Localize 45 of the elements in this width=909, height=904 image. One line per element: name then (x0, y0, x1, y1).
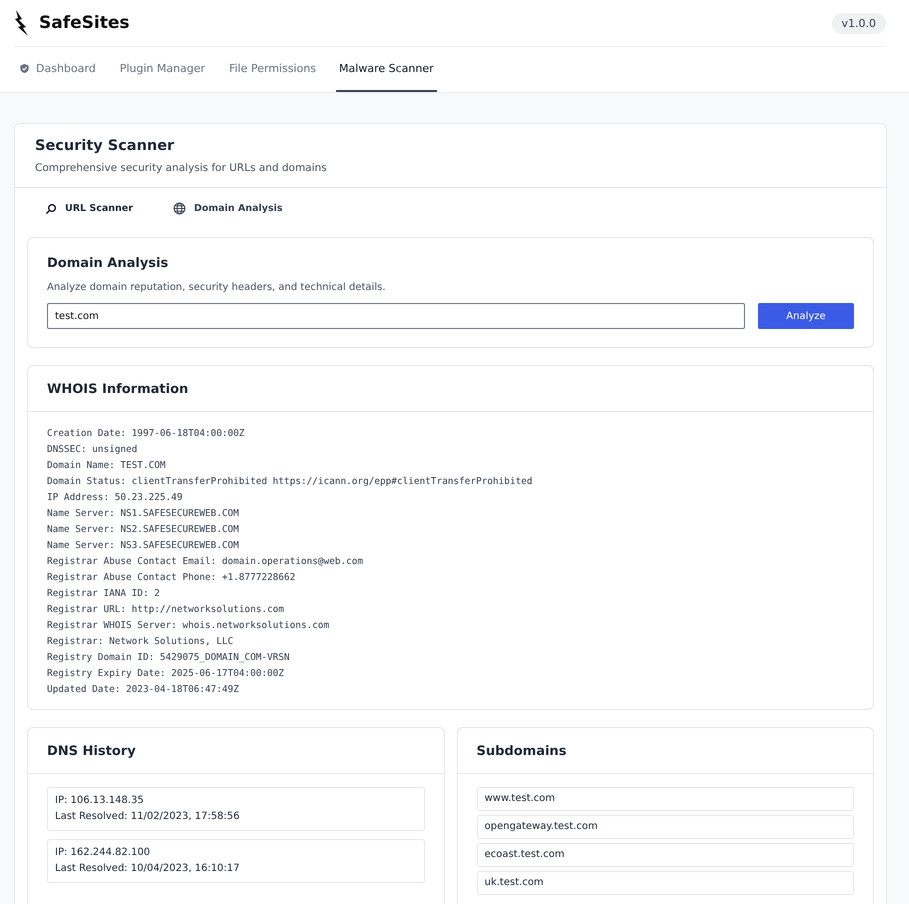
whois-line: Updated Date: 2023-04-18T06:47:49Z (47, 683, 240, 697)
globe-icon (172, 202, 186, 215)
record-time: Last Resolved: 10/04/2023, 16:10:17 (55, 862, 241, 876)
lightning-logo-icon (15, 10, 29, 36)
whois-line: Name Server: NS3.SAFESECUREWEB.COM (47, 539, 240, 553)
whois-line: Registry Domain ID: 5429075_DOMAIN_COM-VRSN (47, 651, 291, 665)
domain-input[interactable]: test.com (47, 303, 745, 329)
panel-title: Security Scanner (35, 138, 176, 154)
subdomain-item: www.test.com (476, 787, 854, 811)
nav-tab[interactable]: Dashboard (15, 47, 106, 92)
scanner-tab[interactable]: URL Scanner (45, 200, 133, 217)
record-ip: IP: 106.13.148.35 (55, 794, 145, 808)
whois-line: Registrar: Network Solutions, LLC (47, 635, 234, 649)
whois-line: Registrar Abuse Contact Phone: +1.8777228662 (47, 571, 296, 585)
record-ip: IP: 162.244.82.100 (55, 846, 152, 860)
whois-line: Name Server: NS1.SAFESECUREWEB.COM (47, 507, 240, 521)
version-badge: v1.0.0 (832, 12, 886, 34)
whois-line: Domain Status: clientTransferProhibited https://icann.org/epp#clientTransferProhibited (47, 475, 534, 489)
whois-line: Registrar Abuse Contact Email: domain.operations@web.com (47, 555, 364, 569)
section-title: DNS History (47, 744, 137, 759)
whois-line: DNSSEC: unsigned (47, 443, 138, 457)
scanner-tab[interactable]: Domain Analysis (172, 200, 283, 217)
whois-line: IP Address: 50.23.225.49 (47, 491, 184, 505)
whois-line: Name Server: NS2.SAFESECUREWEB.COM (47, 523, 240, 537)
whois-line: Registry Expiry Date: 2025-06-17T04:00:00Z (47, 667, 286, 681)
section-description: Analyze domain reputation, security headers, and technical details. (47, 282, 387, 293)
panel-subtitle: Comprehensive security analysis for URLs and domains (35, 162, 328, 174)
whois-line: Creation Date: 1997-06-18T04:00:00Z (47, 427, 246, 441)
search-icon (45, 202, 57, 214)
section-title: Domain Analysis (47, 256, 170, 271)
section-title: WHOIS Information (47, 382, 190, 397)
shield-icon (19, 63, 30, 74)
record-time: Last Resolved: 11/02/2023, 17:58:56 (55, 810, 241, 824)
subdomain-item: uk.test.com (476, 871, 854, 895)
subdomain-item: ecoast.test.com (476, 843, 854, 867)
whois-line: Domain Name: TEST.COM (47, 459, 167, 473)
app-title: SafeSites (39, 13, 130, 33)
whois-line: Registrar URL: http://networksolutions.com (47, 603, 286, 617)
subdomain-item: opengateway.test.com (476, 815, 854, 839)
nav-tab[interactable]: Plugin Manager (116, 47, 216, 92)
whois-line: Registrar IANA ID: 2 (47, 587, 161, 601)
whois-line: Registrar WHOIS Server: whois.networksolutions.com (47, 619, 330, 633)
nav-tab[interactable]: File Permissions (225, 47, 326, 92)
section-title: Subdomains (476, 744, 568, 759)
analyze-button[interactable]: Analyze (758, 303, 854, 329)
